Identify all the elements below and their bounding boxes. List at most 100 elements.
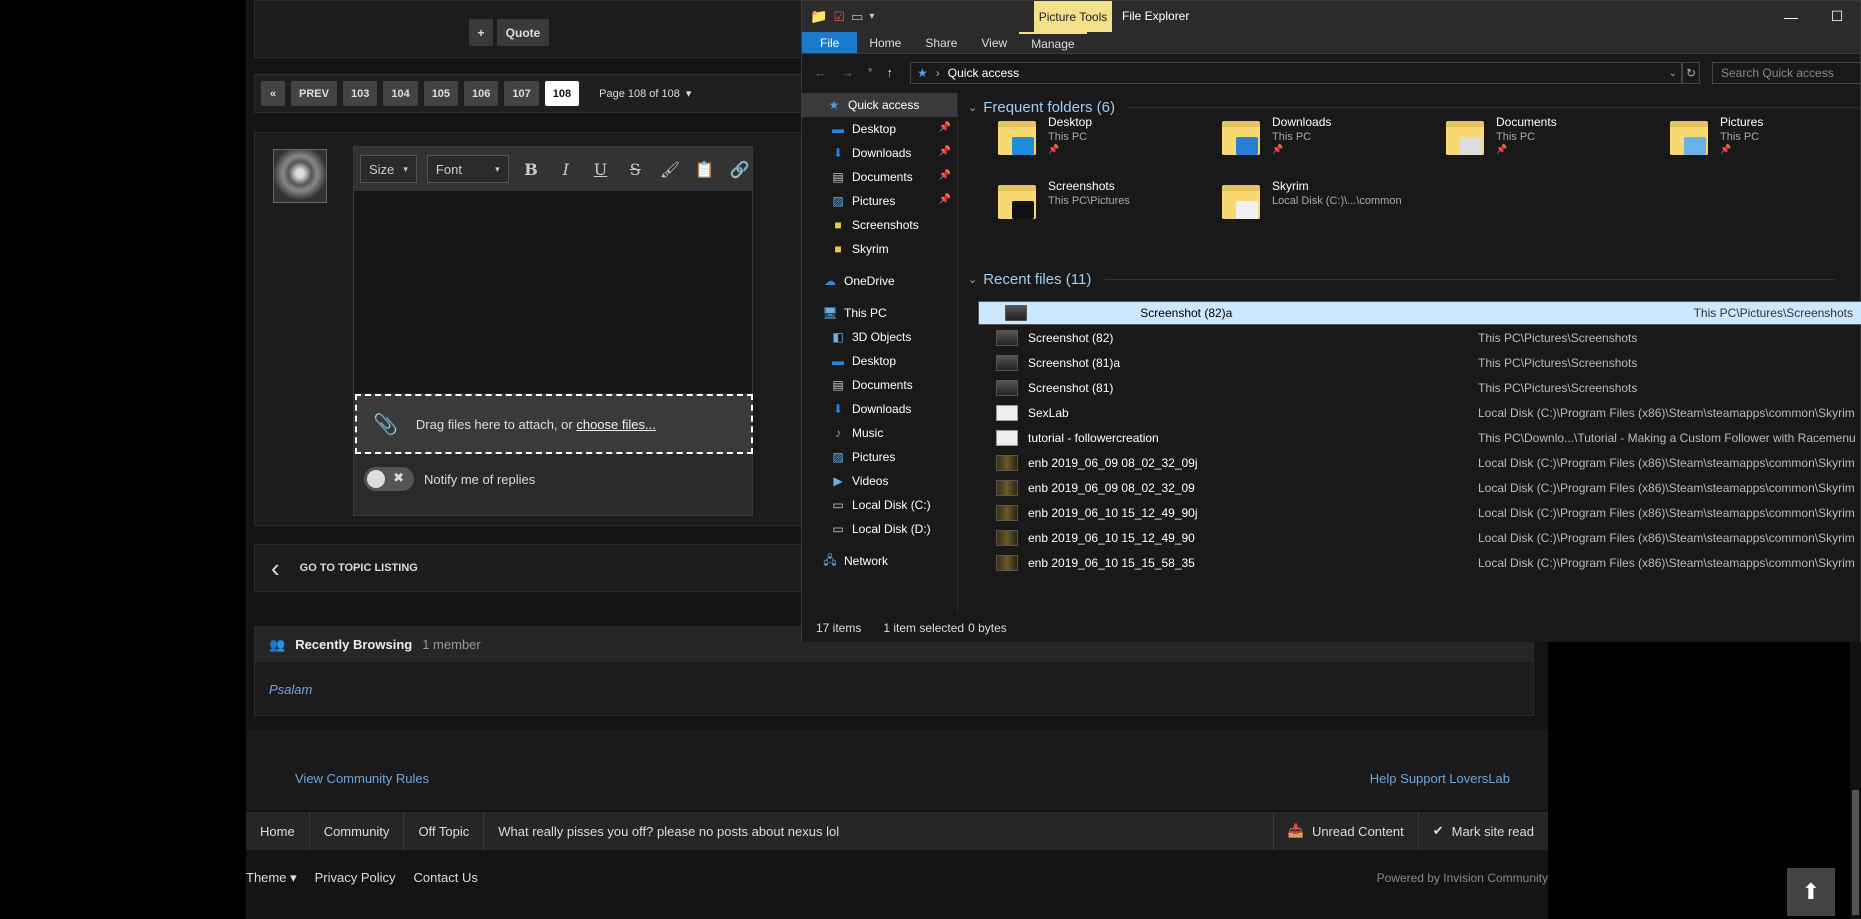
folder-icon — [996, 115, 1038, 157]
nav-3d-objects[interactable]: ◧ 3D Objects — [802, 325, 957, 349]
page-105[interactable]: 105 — [423, 81, 459, 106]
scroll-to-top-button[interactable]: ⬆ — [1787, 868, 1835, 916]
unread-content-button[interactable]: 📥 Unread Content — [1272, 812, 1418, 850]
nav-desktop[interactable]: ▬ Desktop — [802, 349, 957, 373]
recent-file-row[interactable]: enb 2019_06_10 15_12_49_90 Local Disk (C:… — [978, 526, 1861, 550]
community-rules-link[interactable]: View Community Rules — [295, 771, 429, 786]
paste-icon[interactable]: 📋 — [692, 155, 717, 183]
frequent-folder-documents[interactable]: Documents This PC 📌 — [1444, 115, 1664, 167]
italic-icon[interactable]: I — [553, 155, 578, 183]
tab-view[interactable]: View — [969, 32, 1019, 53]
forward-arrow-icon[interactable]: → — [841, 65, 854, 80]
nav-local-disk-c[interactable]: ▭ Local Disk (C:) — [802, 493, 957, 517]
strikethrough-icon[interactable]: S — [623, 155, 648, 183]
nav-music[interactable]: ♪ Music — [802, 421, 957, 445]
maximize-icon[interactable]: ☐ — [1814, 1, 1860, 32]
nav-videos[interactable]: ▶ Videos — [802, 469, 957, 493]
customize-toolbar-icon[interactable]: ▾ — [869, 11, 874, 22]
folder-text: Screenshots This PC\Pictures — [1048, 179, 1130, 231]
theme-dropdown[interactable]: Theme ▾ — [246, 870, 297, 886]
quote-button[interactable]: Quote — [497, 19, 549, 46]
recent-file-row[interactable]: enb 2019_06_10 15_15_58_35 Local Disk (C:… — [978, 551, 1861, 575]
editor-text-area[interactable] — [354, 191, 752, 393]
recent-file-row[interactable]: tutorial - followercreation This PC\Downl… — [978, 426, 1861, 450]
recent-file-row[interactable]: Screenshot (81) This PC\Pictures\Screensh… — [978, 376, 1861, 400]
recent-file-row[interactable]: Screenshot (81)a This PC\Pictures\Screens… — [978, 351, 1861, 375]
multiquote-plus-button[interactable]: + — [469, 19, 493, 46]
scrollbar-thumb[interactable] — [1852, 790, 1859, 915]
font-size-select[interactable]: Size ▾ — [360, 155, 417, 183]
page-106[interactable]: 106 — [464, 81, 499, 106]
nav-downloads-pinned[interactable]: ⬇ Downloads 📌 — [802, 141, 957, 165]
up-arrow-icon[interactable]: ↑ — [887, 65, 894, 80]
nav-local-disk-d[interactable]: ▭ Local Disk (D:) — [802, 517, 957, 541]
nav-documents[interactable]: ▤ Documents — [802, 373, 957, 397]
minimize-icon[interactable]: — — [1768, 1, 1814, 32]
nav-onedrive[interactable]: ☁ OneDrive — [802, 269, 957, 293]
frequent-folder-desktop[interactable]: Desktop This PC 📌 — [996, 115, 1216, 167]
nav-downloads[interactable]: ⬇ Downloads — [802, 397, 957, 421]
explorer-titlebar[interactable]: 📁 ☑ ▭ ▾ Picture Tools File Explorer — ☐ — [802, 1, 1860, 32]
frequent-folders-header[interactable]: ⌄ Frequent folders (6) — [968, 99, 1859, 116]
choose-files-link[interactable]: choose files... — [576, 417, 656, 432]
back-arrow-icon[interactable]: ← — [814, 65, 827, 80]
first-page-button[interactable]: « — [261, 81, 285, 106]
recent-file-row[interactable]: Screenshot (82) This PC\Pictures\Screensh… — [978, 326, 1861, 350]
recent-file-row[interactable]: enb 2019_06_09 08_02_32_09j Local Disk (C… — [978, 451, 1861, 475]
recent-file-row[interactable]: enb 2019_06_09 08_02_32_09 Local Disk (C:… — [978, 476, 1861, 500]
properties-icon[interactable]: ☑ — [833, 9, 845, 25]
nav-desktop-pinned[interactable]: ▬ Desktop 📌 — [802, 117, 957, 141]
search-input[interactable]: Search Quick access — [1712, 62, 1861, 84]
mark-site-read-button[interactable]: ✔ Mark site read — [1417, 812, 1548, 850]
tab-manage[interactable]: Manage — [1019, 32, 1087, 53]
nav-pictures[interactable]: ▨ Pictures — [802, 445, 957, 469]
nav-quick-access[interactable]: ★ Quick access — [802, 93, 957, 117]
page-104[interactable]: 104 — [383, 81, 418, 106]
help-support-link[interactable]: Help Support LoversLab — [1370, 771, 1510, 786]
page-108-current[interactable]: 108 — [544, 81, 580, 106]
new-folder-icon[interactable]: ▭ — [851, 9, 863, 25]
tab-file[interactable]: File — [802, 32, 858, 53]
underline-icon[interactable]: U — [588, 155, 613, 183]
frequent-folder-downloads[interactable]: Downloads This PC 📌 — [1220, 115, 1440, 167]
notify-toggle[interactable]: ✖ — [364, 467, 414, 491]
refresh-icon[interactable]: ↻ — [1682, 62, 1700, 84]
folder-text: Documents This PC 📌 — [1496, 115, 1557, 167]
contact-us-link[interactable]: Contact Us — [414, 870, 478, 886]
bold-icon[interactable]: B — [519, 155, 544, 183]
frequent-folder-pictures[interactable]: Pictures This PC 📌 — [1668, 115, 1861, 167]
breadcrumb-community[interactable]: Community — [310, 812, 405, 850]
breadcrumb-topic[interactable]: What really pisses you off? please no po… — [484, 812, 853, 850]
address-bar[interactable]: ★ › Quick access ⌄ — [910, 62, 1682, 84]
frequent-folder-skyrim[interactable]: Skyrim Local Disk (C:)\...\common — [1220, 179, 1440, 231]
recent-file-row[interactable]: Screenshot (82)a This PC\Pictures\Screens… — [978, 301, 1861, 325]
link-icon[interactable]: 🔗 — [727, 155, 752, 183]
tab-share[interactable]: Share — [913, 32, 969, 53]
frequent-folder-screenshots[interactable]: Screenshots This PC\Pictures — [996, 179, 1216, 231]
member-link[interactable]: Psalam — [269, 682, 312, 697]
nav-network[interactable]: 🖧 Network — [802, 549, 957, 573]
nav-pictures-pinned[interactable]: ▨ Pictures 📌 — [802, 189, 957, 213]
recent-files-header[interactable]: ⌄ Recent files (11) — [968, 271, 1836, 288]
powered-by[interactable]: Powered by Invision Community — [1377, 871, 1548, 885]
page-107[interactable]: 107 — [504, 81, 539, 106]
recent-file-row[interactable]: SexLab Local Disk (C:)\Program Files (x86… — [978, 401, 1861, 425]
page-103[interactable]: 103 — [342, 81, 378, 106]
color-brush-icon[interactable]: 🖌 — [658, 155, 683, 183]
recent-file-row[interactable]: enb 2019_06_10 15_12_49_90j Local Disk (C… — [978, 501, 1861, 525]
breadcrumb-off-topic[interactable]: Off Topic — [404, 812, 485, 850]
attachment-dropzone[interactable]: 📎 Drag files here to attach, or choose f… — [355, 394, 753, 454]
tab-home[interactable]: Home — [857, 32, 913, 53]
avatar[interactable] — [273, 149, 327, 203]
page-jump-dropdown[interactable]: Page 108 of 108 ▾ — [599, 87, 691, 101]
nav-this-pc[interactable]: 🖥 This PC — [802, 301, 957, 325]
nav-skyrim[interactable]: ■ Skyrim — [802, 237, 957, 261]
nav-screenshots[interactable]: ■ Screenshots — [802, 213, 957, 237]
prev-page-button[interactable]: PREV — [291, 81, 337, 106]
privacy-policy-link[interactable]: Privacy Policy — [315, 870, 396, 886]
address-dropdown-icon[interactable]: ⌄ — [1669, 68, 1677, 79]
recent-locations-icon[interactable]: ▾ — [868, 65, 873, 80]
nav-documents-pinned[interactable]: ▤ Documents 📌 — [802, 165, 957, 189]
breadcrumb-home[interactable]: Home — [246, 812, 310, 850]
font-family-select[interactable]: Font ▾ — [426, 155, 509, 183]
